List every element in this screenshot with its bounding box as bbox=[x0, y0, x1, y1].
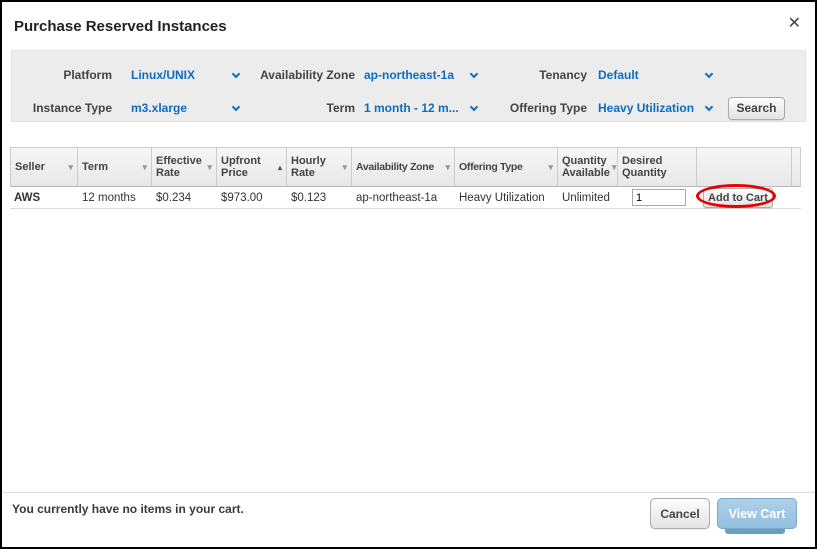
cell-effective-rate: $0.234 bbox=[152, 187, 217, 209]
column-header-upfront-price[interactable]: Upfront Price ▴ bbox=[217, 147, 287, 187]
availability-zone-value: ap-northeast-1a bbox=[364, 68, 454, 82]
offering-type-value: Heavy Utilization bbox=[598, 101, 694, 115]
term-label: Term bbox=[243, 101, 355, 115]
offering-type-label: Offering Type bbox=[481, 101, 587, 115]
cell-offering-type: Heavy Utilization bbox=[455, 187, 558, 209]
instance-type-label: Instance Type bbox=[12, 101, 112, 115]
platform-dropdown[interactable]: Linux/UNIX bbox=[131, 68, 243, 82]
view-cart-button[interactable]: View Cart bbox=[717, 498, 797, 529]
sort-icon: ▾ bbox=[142, 162, 147, 173]
availability-zone-label: Availability Zone bbox=[243, 68, 355, 82]
chevron-down-icon bbox=[705, 69, 713, 77]
reserved-instances-table: Seller ▾ Term ▾ Effective Rate ▾ Upfront… bbox=[10, 147, 801, 209]
sort-icon: ▾ bbox=[207, 162, 212, 173]
instance-type-value: m3.xlarge bbox=[131, 101, 187, 115]
column-header-spacer bbox=[792, 147, 801, 187]
cell-action: Add to Cart bbox=[697, 187, 792, 209]
sort-icon: ▾ bbox=[612, 162, 617, 173]
column-header-effective-rate[interactable]: Effective Rate ▾ bbox=[152, 147, 217, 187]
page-title: Purchase Reserved Instances bbox=[14, 18, 227, 35]
desired-quantity-input[interactable] bbox=[632, 189, 686, 206]
add-to-cart-button[interactable]: Add to Cart bbox=[703, 188, 773, 208]
column-header-action bbox=[697, 147, 792, 187]
cell-seller: AWS bbox=[10, 187, 78, 209]
tenancy-value: Default bbox=[598, 68, 639, 82]
availability-zone-dropdown[interactable]: ap-northeast-1a bbox=[364, 68, 481, 82]
cell-desired-quantity bbox=[618, 187, 697, 209]
close-icon[interactable]: ✕ bbox=[788, 16, 801, 32]
instance-type-dropdown[interactable]: m3.xlarge bbox=[131, 101, 243, 115]
sort-icon: ▾ bbox=[548, 162, 553, 173]
column-header-seller[interactable]: Seller ▾ bbox=[10, 147, 78, 187]
offering-type-dropdown[interactable]: Heavy Utilization bbox=[598, 101, 716, 115]
cell-quantity-available: Unlimited bbox=[558, 187, 618, 209]
column-header-desired-quantity: Desired Quantity bbox=[618, 147, 697, 187]
term-dropdown[interactable]: 1 month - 12 m... bbox=[364, 101, 481, 115]
column-header-availability-zone[interactable]: Availability Zone ▾ bbox=[352, 147, 455, 187]
filter-panel: Platform Linux/UNIX Availability Zone ap… bbox=[11, 50, 806, 122]
column-header-hourly-rate[interactable]: Hourly Rate ▾ bbox=[287, 147, 352, 187]
platform-label: Platform bbox=[12, 68, 112, 82]
tenancy-label: Tenancy bbox=[481, 68, 587, 82]
chevron-down-icon bbox=[232, 69, 240, 77]
sort-asc-icon: ▴ bbox=[278, 163, 282, 172]
filter-row-2: Instance Type m3.xlarge Term 1 month - 1… bbox=[12, 95, 805, 121]
platform-value: Linux/UNIX bbox=[131, 68, 195, 82]
table-row: AWS 12 months $0.234 $973.00 $0.123 ap-n… bbox=[10, 187, 801, 209]
cancel-button[interactable]: Cancel bbox=[650, 498, 710, 529]
sort-icon: ▾ bbox=[68, 162, 73, 173]
cart-status-text: You currently have no items in your cart… bbox=[12, 502, 244, 516]
term-value: 1 month - 12 m... bbox=[364, 101, 459, 115]
column-header-term[interactable]: Term ▾ bbox=[78, 147, 152, 187]
filter-row-1: Platform Linux/UNIX Availability Zone ap… bbox=[12, 62, 805, 88]
view-cart-button-shadow bbox=[725, 529, 785, 534]
cell-upfront-price: $973.00 bbox=[217, 187, 287, 209]
tenancy-dropdown[interactable]: Default bbox=[598, 68, 716, 82]
table-header-row: Seller ▾ Term ▾ Effective Rate ▾ Upfront… bbox=[10, 147, 801, 187]
cell-spacer bbox=[792, 187, 801, 209]
column-header-quantity-available[interactable]: Quantity Available ▾ bbox=[558, 147, 618, 187]
search-button[interactable]: Search bbox=[728, 97, 785, 120]
column-header-offering-type[interactable]: Offering Type ▾ bbox=[455, 147, 558, 187]
footer-divider bbox=[2, 492, 815, 493]
cell-availability-zone: ap-northeast-1a bbox=[352, 187, 455, 209]
chevron-down-icon bbox=[470, 69, 478, 77]
cell-hourly-rate: $0.123 bbox=[287, 187, 352, 209]
cell-term: 12 months bbox=[78, 187, 152, 209]
sort-icon: ▾ bbox=[342, 162, 347, 173]
purchase-reserved-instances-dialog: Purchase Reserved Instances ✕ Platform L… bbox=[0, 0, 817, 549]
chevron-down-icon bbox=[705, 102, 713, 110]
chevron-down-icon bbox=[470, 102, 478, 110]
chevron-down-icon bbox=[232, 102, 240, 110]
sort-icon: ▾ bbox=[445, 162, 450, 173]
